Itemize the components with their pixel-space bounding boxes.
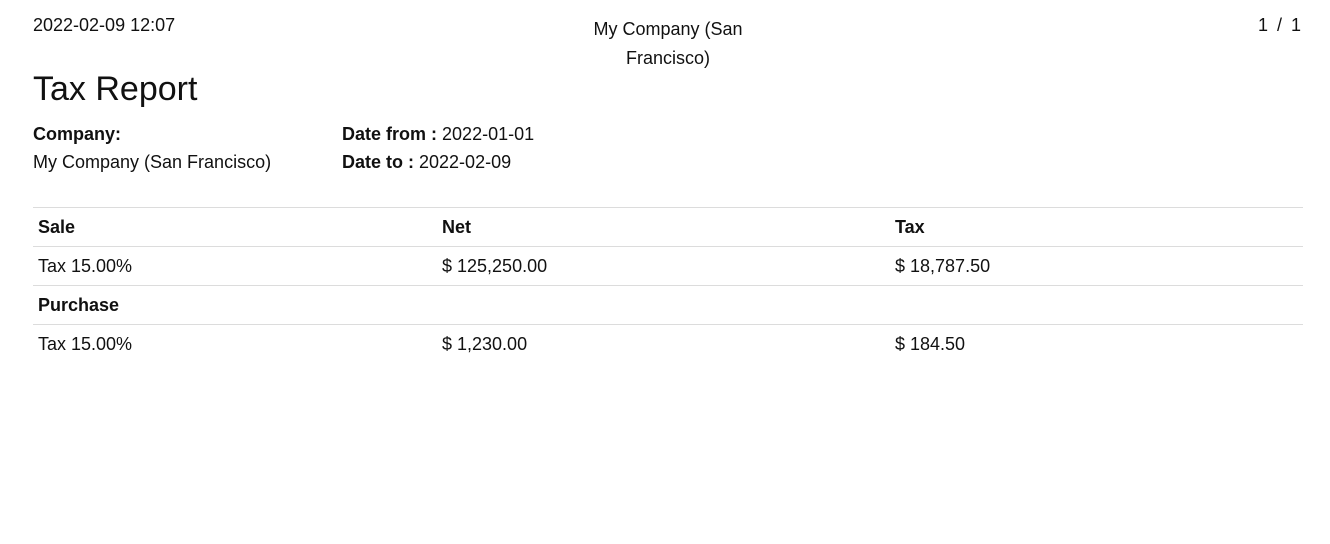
page-separator: / <box>1276 15 1283 35</box>
page-number: 1 / 1 <box>1258 15 1302 36</box>
page-current: 1 <box>1257 15 1269 35</box>
page-total: 1 <box>1290 15 1302 35</box>
date-from-value: 2022-01-01 <box>442 124 535 144</box>
date-from: Date from : 2022-01-01 <box>342 120 534 148</box>
net-amount-cell: $ 125,250.00 <box>437 246 890 286</box>
page-title: Tax Report <box>33 70 198 108</box>
table-row: Tax 15.00% $ 1,230.00 $ 184.50 <box>33 324 1303 364</box>
header-company-line2: Francisco) <box>625 48 710 68</box>
date-to: Date to : 2022-02-09 <box>342 148 534 176</box>
purchase-section-header: Purchase <box>33 285 437 325</box>
purchase-header-row: Purchase <box>33 285 1303 325</box>
date-to-value: 2022-02-09 <box>419 152 512 172</box>
company-info: Company: My Company (San Francisco) <box>33 120 271 176</box>
tax-amount-cell: $ 184.50 <box>890 324 1303 364</box>
date-range-info: Date from : 2022-01-01 Date to : 2022-02… <box>342 120 534 176</box>
net-column-header: Net <box>437 207 890 247</box>
sale-section-header: Sale <box>33 207 437 247</box>
report-page: 2022-02-09 12:07 My Company (San Francis… <box>0 0 1330 544</box>
tax-table: Sale Net Tax Tax 15.00% $ 125,250.00 $ 1… <box>33 207 1303 364</box>
header-company-name: My Company (San Francisco) <box>568 15 768 73</box>
company-label: Company: <box>33 124 122 144</box>
table-row: Tax 15.00% $ 125,250.00 $ 18,787.50 <box>33 246 1303 286</box>
date-to-label: Date to : <box>342 152 414 172</box>
header-company-line1: My Company (San <box>593 19 743 39</box>
net-amount-cell: $ 1,230.00 <box>437 324 890 364</box>
tax-amount-cell: $ 18,787.50 <box>890 246 1303 286</box>
tax-name-cell: Tax 15.00% <box>33 324 437 364</box>
tax-name-cell: Tax 15.00% <box>33 246 437 286</box>
empty-cell <box>890 285 1303 325</box>
company-value: My Company (San Francisco) <box>33 152 272 172</box>
tax-column-header: Tax <box>890 207 1303 247</box>
sale-header-row: Sale Net Tax <box>33 207 1303 247</box>
print-datetime: 2022-02-09 12:07 <box>33 15 176 35</box>
date-from-label: Date from : <box>342 124 438 144</box>
empty-cell <box>437 285 890 325</box>
